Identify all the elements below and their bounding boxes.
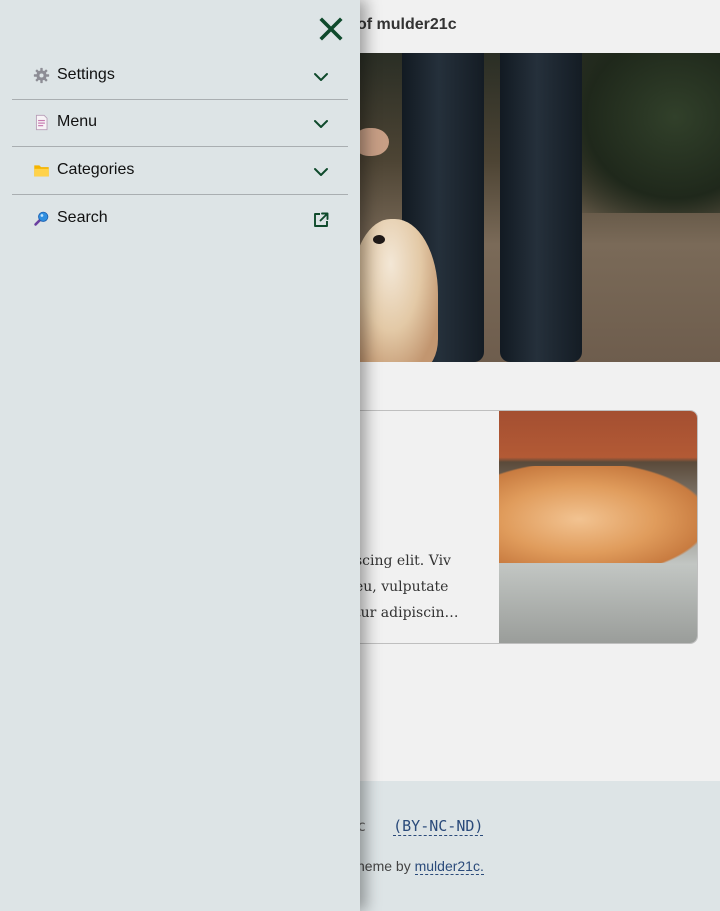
- nav-item-label: Settings: [57, 66, 115, 83]
- nav-item-settings[interactable]: Settings: [12, 53, 348, 100]
- nav-item-menu[interactable]: Menu: [12, 100, 348, 147]
- post-card[interactable]: scing elit. Viv eu, vulputate tur adipis…: [340, 410, 698, 644]
- document-icon: [35, 114, 48, 131]
- nav-item-search[interactable]: Search: [12, 196, 348, 242]
- close-icon: [319, 17, 343, 41]
- post-excerpt: scing elit. Viv eu, vulputate tur adipis…: [355, 548, 505, 626]
- site-title[interactable]: of mulder21c: [357, 16, 457, 34]
- nav-item-categories[interactable]: Categories: [12, 148, 348, 195]
- nav-item-label: Menu: [57, 113, 98, 130]
- excerpt-line: tur adipiscin…: [355, 605, 459, 621]
- nav-item-label: Search: [57, 209, 108, 226]
- license-link[interactable]: (BY-NC-ND): [393, 817, 484, 836]
- chevron-down-icon: [314, 73, 328, 81]
- credit-prefix: heme by: [357, 858, 411, 874]
- magnifier-icon: [34, 211, 49, 226]
- theme-author-link[interactable]: mulder21c.: [414, 858, 484, 875]
- chevron-down-icon: [314, 120, 328, 128]
- excerpt-line: eu, vulputate: [355, 579, 449, 595]
- external-link-icon: [314, 212, 329, 227]
- navigation-drawer: Settings Menu Categories Search: [0, 0, 360, 911]
- nav-item-label: Categories: [57, 161, 135, 178]
- close-drawer-button[interactable]: [317, 16, 345, 44]
- post-thumbnail: [499, 411, 697, 643]
- folder-icon: [34, 165, 49, 177]
- theme-credit: heme by mulder21c.: [357, 858, 484, 875]
- license-text: c (BY-NC-ND): [357, 817, 484, 836]
- excerpt-line: scing elit. Viv: [355, 553, 451, 569]
- gear-icon: [33, 67, 50, 84]
- chevron-down-icon: [314, 168, 328, 176]
